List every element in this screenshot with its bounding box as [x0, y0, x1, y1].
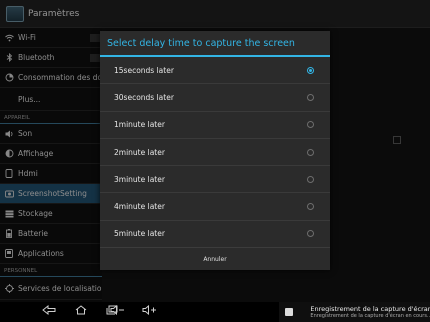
- delay-option-15s[interactable]: 15seconds later: [100, 57, 330, 85]
- radio-button[interactable]: [307, 148, 314, 156]
- delay-option-5min[interactable]: 5minute later: [100, 221, 330, 249]
- delay-option-4min[interactable]: 4minute later: [100, 193, 330, 221]
- notification-title: Enregistrement de la capture d'écran...: [310, 305, 430, 313]
- delay-option-2min[interactable]: 2minute later: [100, 139, 330, 167]
- radio-button[interactable]: [307, 175, 314, 183]
- back-icon[interactable]: [42, 304, 56, 318]
- screenshot-notification[interactable]: Enregistrement de la capture d'écran... …: [279, 302, 430, 322]
- radio-button-selected[interactable]: [307, 66, 314, 74]
- volume-down-icon[interactable]: [110, 304, 126, 318]
- delay-option-3min[interactable]: 3minute later: [100, 166, 330, 194]
- option-label: 4minute later: [114, 202, 165, 212]
- option-label: 3minute later: [114, 174, 165, 184]
- option-label: 30seconds later: [114, 92, 174, 102]
- option-label: 5minute later: [114, 229, 165, 239]
- radio-button[interactable]: [307, 93, 314, 101]
- delay-option-30s[interactable]: 30seconds later: [100, 84, 330, 112]
- dialog-title: Select delay time to capture the screen: [100, 31, 330, 57]
- cancel-button[interactable]: Annuler: [100, 247, 330, 270]
- image-icon: [285, 308, 294, 316]
- volume-up-icon[interactable]: [142, 304, 158, 318]
- radio-button[interactable]: [307, 230, 314, 238]
- notification-subtitle: Enregistrement de la capture d'écran en …: [310, 313, 430, 319]
- option-label: 1minute later: [114, 120, 165, 130]
- delay-option-1min[interactable]: 1minute later: [100, 112, 330, 139]
- radio-button[interactable]: [307, 121, 314, 129]
- home-icon[interactable]: [75, 305, 87, 318]
- option-label: 15seconds later: [114, 65, 174, 75]
- delay-time-dialog: Select delay time to capture the screen …: [100, 31, 330, 270]
- radio-button[interactable]: [307, 203, 314, 211]
- option-label: 2minute later: [114, 147, 165, 157]
